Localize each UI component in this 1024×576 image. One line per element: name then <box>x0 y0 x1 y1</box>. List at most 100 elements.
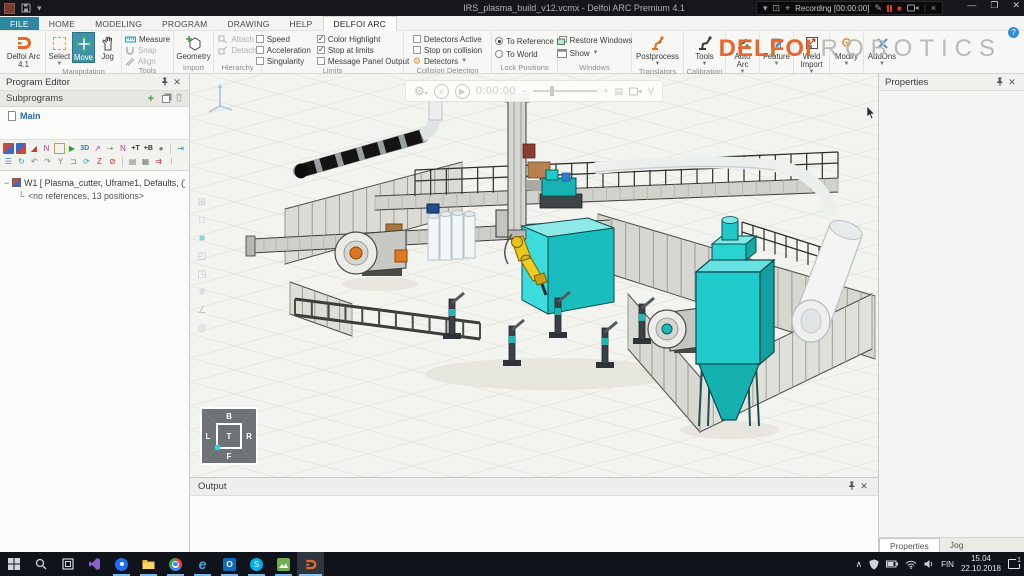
restore-windows-button[interactable]: Restore Windows <box>557 35 633 45</box>
cube-face-top[interactable]: T <box>227 432 232 441</box>
snap-button[interactable]: Snap <box>125 45 170 55</box>
tab-home[interactable]: HOME <box>39 17 85 30</box>
cube-face-back[interactable]: B <box>226 412 232 421</box>
stop-at-limits-checkbox[interactable]: Stop at limits <box>317 45 409 55</box>
signal-icon[interactable]: V <box>648 86 654 96</box>
move-button[interactable]: Move <box>72 32 95 63</box>
record-video-icon[interactable] <box>629 87 642 96</box>
geometry-button[interactable]: Geometry <box>177 32 211 61</box>
navigation-cube[interactable]: B L T R F <box>200 407 258 465</box>
camera-icon[interactable] <box>907 4 919 12</box>
lin-motion-icon[interactable] <box>16 143 27 154</box>
origin-icon[interactable]: ◎ <box>195 322 209 335</box>
postprocess-button[interactable]: Postprocess▼ <box>634 32 681 67</box>
pause-icon[interactable] <box>887 5 892 12</box>
tab-delfoi-arc[interactable]: DELFOI ARC <box>323 16 398 31</box>
detach-button[interactable]: Detach <box>218 45 256 55</box>
frames-icon[interactable]: # <box>195 286 209 299</box>
action-center-icon[interactable]: 1 <box>1008 559 1020 569</box>
ramp-icon[interactable]: ◢ <box>28 143 39 154</box>
app-icon[interactable] <box>4 3 15 14</box>
cube-face-left[interactable]: L <box>206 432 211 441</box>
align-button[interactable]: Align <box>125 56 170 66</box>
export-icon[interactable]: ⇥ <box>175 143 186 154</box>
more-dots-icon[interactable]: ⁝ <box>166 156 177 167</box>
speed-plus-icon[interactable]: + <box>603 86 608 96</box>
rec-target-icon[interactable]: ⌖ <box>785 3 790 14</box>
to-reference-radio[interactable]: To Reference <box>495 36 554 46</box>
jog-button[interactable]: Jog <box>96 32 119 61</box>
tree-row-references[interactable]: └ <no references, 13 positions> <box>4 189 185 202</box>
show-dropdown[interactable]: Show▼ <box>557 48 633 58</box>
measure-button[interactable]: Measure <box>125 34 170 44</box>
tab-jog[interactable]: Jog <box>940 538 974 552</box>
cube-face-right[interactable]: R <box>246 432 252 441</box>
sim-reset-icon[interactable]: « <box>434 84 449 99</box>
teach-icon[interactable] <box>54 143 65 154</box>
detectors-dropdown[interactable]: ⚙Detectors▼ <box>413 56 482 66</box>
io-mapping-icon[interactable]: ⇉ <box>153 156 164 167</box>
rec-pin-icon[interactable]: ⊡ <box>773 3 781 14</box>
record-point-icon[interactable]: ● <box>156 143 167 154</box>
help-icon[interactable]: ? <box>1008 27 1019 38</box>
color-highlight-checkbox[interactable]: Color Highlight <box>317 34 409 44</box>
detectors-active-checkbox[interactable]: Detectors Active <box>413 34 482 44</box>
tab-file[interactable]: FILE <box>0 17 39 30</box>
loop-icon[interactable]: ↻ <box>16 156 27 167</box>
statement-list-icon[interactable]: ☰ <box>3 156 14 167</box>
taskbar-maps-app[interactable] <box>108 552 135 576</box>
tab-properties[interactable]: Properties <box>879 538 940 552</box>
taskbar-search-button[interactable] <box>27 552 54 576</box>
close-button[interactable]: ✕ <box>1012 0 1020 11</box>
pin-icon[interactable] <box>159 77 171 88</box>
orange-fixture[interactable] <box>395 250 407 262</box>
no-entry-icon[interactable]: ⊘ <box>107 156 118 167</box>
taskbar-edge[interactable]: e <box>189 552 216 576</box>
z-home-icon[interactable]: Z <box>94 156 105 167</box>
refresh-icon[interactable]: ⟳ <box>81 156 92 167</box>
tab-modeling[interactable]: MODELING <box>85 17 152 30</box>
battery-icon[interactable] <box>886 560 898 568</box>
redo-icon[interactable]: ↷ <box>42 156 53 167</box>
jump-icon[interactable]: ↗ <box>92 143 103 154</box>
pump-unit[interactable] <box>540 170 582 208</box>
rec-dropdown-icon[interactable]: ▾ <box>763 3 768 14</box>
calibration-tools-button[interactable]: Tools▼ <box>688 32 722 67</box>
play-statement-icon[interactable]: ▶ <box>67 143 78 154</box>
taskbar-outlook[interactable]: O <box>216 552 243 576</box>
delete-subprogram-icon[interactable] <box>175 93 183 105</box>
pin-icon[interactable] <box>994 77 1006 88</box>
projection-icon[interactable]: ◳ <box>195 268 209 281</box>
rec-close-icon[interactable]: × <box>931 3 936 13</box>
add-tool-icon[interactable]: +T <box>130 143 141 154</box>
task-view-button[interactable] <box>54 552 81 576</box>
quick-access-chevron-icon[interactable]: ▾ <box>37 3 42 14</box>
ptp-motion-icon[interactable] <box>3 143 14 154</box>
acceleration-checkbox[interactable]: Acceleration <box>256 45 311 55</box>
restore-button[interactable]: ❐ <box>990 0 998 11</box>
path-alt-icon[interactable]: N <box>118 143 129 154</box>
close-panel-icon[interactable]: ✕ <box>1006 77 1018 88</box>
copy-subprogram-icon[interactable] <box>162 95 170 103</box>
taskbar-photos-app[interactable] <box>270 552 297 576</box>
pin-icon[interactable] <box>846 481 858 492</box>
taskbar-skype[interactable]: S <box>243 552 270 576</box>
document-icon[interactable]: ▤ <box>127 156 138 167</box>
undo-icon[interactable]: ↶ <box>29 156 40 167</box>
branch-icon[interactable]: Y <box>55 156 66 167</box>
taskbar-delfoi-arc[interactable] <box>297 552 324 576</box>
defender-shield-icon[interactable] <box>869 559 879 570</box>
path-icon[interactable]: N <box>41 143 52 154</box>
tab-drawing[interactable]: DRAWING <box>217 17 279 30</box>
fence-front-left[interactable] <box>290 282 352 336</box>
delfoi-arc-app-button[interactable]: Delfoi Arc 4.1 <box>7 32 41 69</box>
sim-speed-slider[interactable] <box>533 90 597 92</box>
speed-checkbox[interactable]: Speed <box>256 34 311 44</box>
tab-help[interactable]: HELP <box>280 17 323 30</box>
message-panel-output-checkbox[interactable]: Message Panel Output <box>317 56 409 66</box>
taskbar-clock[interactable]: 15.04 22.10.2018 <box>961 554 1001 573</box>
save-icon[interactable] <box>21 3 31 13</box>
render-mode-icon[interactable]: ■ <box>195 232 209 245</box>
start-button[interactable] <box>0 552 27 576</box>
sim-settings-gear-icon[interactable]: ⚙▾ <box>414 84 428 98</box>
